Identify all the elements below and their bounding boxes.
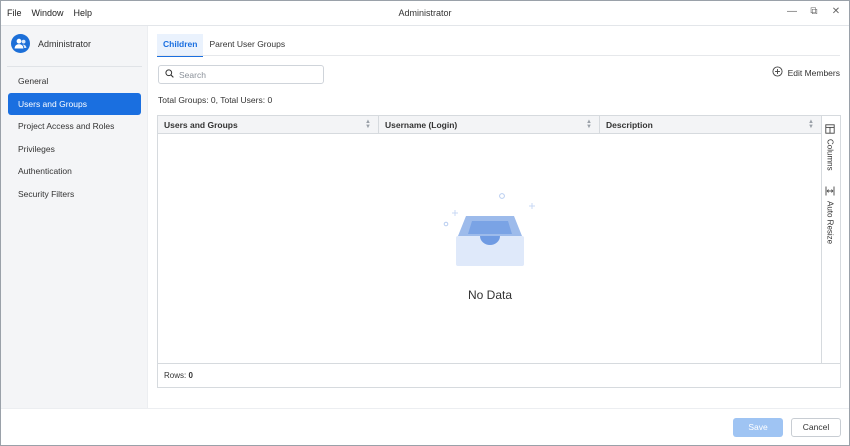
auto-resize-label: Auto Resize bbox=[825, 201, 835, 245]
column-label: Users and Groups bbox=[164, 120, 238, 130]
column-header-users-and-groups[interactable]: Users and Groups ▲ ▼ bbox=[158, 116, 379, 134]
column-header-description[interactable]: Description ▲ ▼ bbox=[600, 116, 822, 134]
sidebar-item-privileges[interactable]: Privileges bbox=[8, 138, 141, 160]
columns-icon bbox=[825, 124, 835, 136]
members-grid: Users and Groups ▲ ▼ Username (Login) ▲ ▼ … bbox=[157, 115, 841, 388]
dialog-footer: Save Cancel bbox=[1, 408, 849, 445]
minimize-icon[interactable]: — bbox=[787, 6, 797, 18]
column-label: Description bbox=[606, 120, 653, 130]
sidebar-divider bbox=[7, 66, 142, 67]
empty-state: No Data bbox=[158, 134, 822, 363]
sidebar-user-header: Administrator bbox=[11, 34, 91, 53]
sidebar-item-users-and-groups[interactable]: Users and Groups bbox=[8, 92, 141, 115]
tab-parent-user-groups[interactable]: Parent User Groups bbox=[203, 34, 291, 57]
column-header-username[interactable]: Username (Login) ▲ ▼ bbox=[379, 116, 600, 134]
auto-resize-button[interactable]: Auto Resize bbox=[825, 186, 835, 244]
tab-divider bbox=[157, 55, 840, 56]
sidebar-item-security-filters[interactable]: Security Filters bbox=[8, 183, 141, 205]
edit-members-button[interactable]: Edit Members bbox=[772, 66, 840, 79]
edit-members-label: Edit Members bbox=[787, 67, 840, 78]
rows-label: Rows: bbox=[164, 371, 187, 380]
columns-label: Columns bbox=[825, 139, 835, 171]
rows-count: 0 bbox=[188, 371, 193, 380]
tab-children[interactable]: Children bbox=[157, 34, 204, 57]
search-input[interactable] bbox=[179, 69, 319, 80]
title-bar: File Window Help Administrator — ⧉ ✕ bbox=[1, 1, 849, 26]
grid-side-panel: Columns Auto Resize bbox=[821, 116, 840, 363]
column-label: Username (Login) bbox=[385, 120, 458, 130]
empty-state-text: No Data bbox=[467, 288, 513, 302]
grid-header: Users and Groups ▲ ▼ Username (Login) ▲ ▼ … bbox=[158, 116, 822, 134]
totals-summary: Total Groups: 0, Total Users: 0 bbox=[158, 95, 273, 105]
sort-icon[interactable]: ▲ ▼ bbox=[808, 119, 814, 130]
sort-icon[interactable]: ▲ ▼ bbox=[586, 119, 592, 130]
plus-circle-icon bbox=[772, 66, 783, 79]
sidebar-item-general[interactable]: General bbox=[8, 70, 141, 92]
columns-button[interactable]: Columns bbox=[825, 124, 835, 171]
tab-bar: Children Parent User Groups bbox=[157, 34, 291, 57]
sidebar: Administrator General Users and Groups P… bbox=[1, 26, 148, 408]
auto-resize-icon bbox=[825, 186, 835, 198]
sort-icon[interactable]: ▲ ▼ bbox=[365, 119, 371, 130]
sidebar-item-project-access-and-roles[interactable]: Project Access and Roles bbox=[8, 115, 141, 137]
grid-footer: Rows: 0 bbox=[158, 363, 840, 387]
window-controls: — ⧉ ✕ bbox=[787, 6, 841, 18]
restore-icon[interactable]: ⧉ bbox=[809, 6, 819, 18]
sidebar-nav: General Users and Groups Project Access … bbox=[8, 70, 141, 206]
sidebar-item-authentication[interactable]: Authentication bbox=[8, 160, 141, 182]
users-icon bbox=[11, 34, 30, 53]
window-title: Administrator bbox=[398, 8, 452, 18]
close-icon[interactable]: ✕ bbox=[831, 6, 841, 18]
save-button[interactable]: Save bbox=[733, 418, 783, 437]
sidebar-user-name: Administrator bbox=[38, 38, 92, 49]
main-panel: Children Parent User Groups Edit Me bbox=[148, 26, 849, 408]
search-icon bbox=[165, 69, 174, 80]
cancel-button[interactable]: Cancel bbox=[791, 418, 841, 437]
search-box[interactable] bbox=[158, 65, 324, 84]
app-window: File Window Help Administrator — ⧉ ✕ Adm… bbox=[0, 0, 850, 446]
